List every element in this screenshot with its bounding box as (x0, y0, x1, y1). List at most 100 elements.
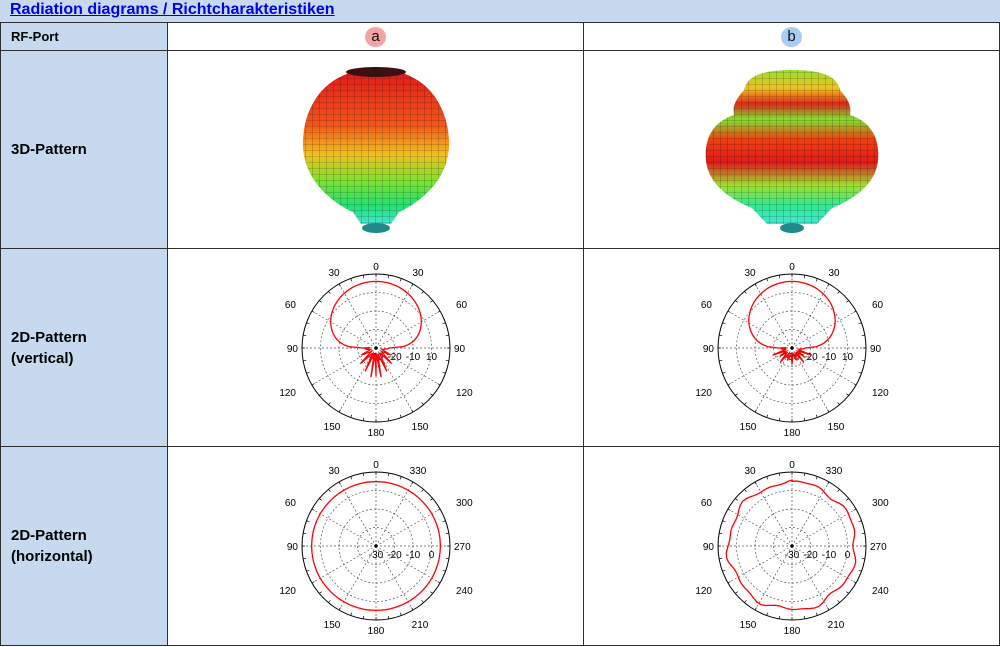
polar-tick (861, 334, 865, 336)
angle-label: 120 (456, 388, 473, 399)
polar-tick (305, 569, 309, 572)
polar-tick (327, 600, 331, 603)
polar-tick (338, 283, 341, 287)
polar-tick (436, 310, 440, 313)
angle-label: 60 (284, 300, 296, 311)
polar-tick (861, 532, 865, 535)
table-row: 3D-Pattern (0, 50, 1000, 249)
radial-tick-label: -30 (368, 550, 383, 561)
polar-tick (387, 615, 389, 619)
angle-label: 90 (702, 542, 714, 553)
polar-tick (778, 473, 780, 477)
polar-tick (803, 417, 805, 421)
angle-label: 240 (456, 586, 473, 597)
polar-tick (442, 321, 446, 324)
polar-tick (420, 489, 424, 492)
angle-label: 60 (700, 300, 712, 311)
polar-spoke (375, 481, 413, 547)
polar-tick (436, 382, 440, 385)
angle-label: 60 (872, 300, 884, 311)
angle-label: 30 (744, 268, 756, 279)
polar-tick (858, 371, 862, 374)
angle-label: 300 (872, 498, 889, 509)
angle-label: 150 (739, 422, 756, 433)
polar-tick (754, 408, 757, 412)
title-link[interactable]: Radiation diagrams / Richtcharakteristik… (10, 1, 335, 19)
polar-tick (387, 274, 389, 278)
polar-tick (727, 508, 731, 511)
polar-tick (861, 359, 865, 361)
angle-label: 0 (373, 262, 379, 273)
polar-tick (734, 299, 738, 303)
angle-label: 270 (454, 542, 471, 553)
radial-tick-label: 10 (841, 352, 853, 363)
radial-tick-label: -20 (803, 550, 818, 561)
polar-tick (399, 612, 402, 616)
polar-tick (338, 481, 341, 485)
pattern-3d-a-cell (167, 50, 584, 249)
polar-tick (318, 591, 322, 594)
pattern-horizontal-line1: 2D-Pattern (11, 527, 87, 544)
polar-tick (420, 401, 424, 405)
polar-tick (362, 417, 364, 421)
polar-tick (852, 581, 856, 584)
polar-tick (349, 612, 352, 616)
polar-tick (387, 417, 389, 421)
angle-label: 120 (872, 388, 889, 399)
table-row: 2D-Pattern (horizontal) 0 30 330 60 300 90 270… (0, 446, 1000, 646)
port-a-cell: a (167, 22, 584, 51)
polar-tick (743, 401, 747, 405)
polar-tick (803, 615, 805, 619)
polar-tick (858, 569, 862, 572)
polar-tick (442, 371, 446, 374)
pattern-horizontal-line2: (horizontal) (11, 548, 93, 565)
polar-tick (765, 612, 768, 616)
polar-tick (778, 417, 780, 421)
angle-label: 120 (279, 388, 296, 399)
angle-label: 120 (279, 586, 296, 597)
polar-tick (718, 532, 722, 535)
polar-tick (338, 408, 341, 412)
polar-tick (718, 359, 722, 361)
polar-tick (721, 371, 725, 374)
polar-tick (718, 557, 722, 560)
polar-tick (721, 321, 725, 324)
polar-tick (305, 321, 309, 324)
title-bar: Radiation diagrams / Richtcharakteristik… (0, 0, 1000, 23)
polar-tick (826, 283, 829, 287)
pattern-vertical-line2: (vertical) (11, 349, 74, 367)
polar-tick (302, 359, 306, 361)
angle-label: 330 (825, 466, 842, 477)
angle-label: 60 (456, 300, 468, 311)
polar-tick (429, 299, 433, 303)
polar-center (789, 544, 794, 548)
angle-label: 240 (872, 586, 889, 597)
polar-tick (442, 520, 446, 523)
angle-label: 60 (284, 498, 296, 509)
angle-label: 150 (739, 620, 756, 631)
polar-tick (721, 569, 725, 572)
angle-label: 90 (286, 344, 298, 355)
polar-tick (305, 371, 309, 374)
pattern-3d-a-image (302, 66, 449, 233)
polar-tick (836, 600, 840, 603)
polar-tick (436, 581, 440, 584)
polar-tick (765, 277, 768, 281)
polar-tick (836, 489, 840, 492)
polar-spoke (311, 545, 376, 584)
polar-tick (410, 481, 413, 485)
angle-label: 0 (373, 460, 379, 471)
polar-tick (420, 600, 424, 603)
polar-tick (302, 532, 306, 535)
angle-label: 330 (409, 466, 426, 477)
polar-tick (327, 401, 331, 405)
polar-tick (778, 274, 780, 278)
table-row: RF-Port a b (0, 22, 1000, 51)
polar-tick (445, 334, 449, 336)
radial-tick-label: 0 (844, 550, 850, 561)
polar-tick (420, 290, 424, 294)
pattern-horizontal-header: 2D-Pattern (horizontal) (0, 446, 168, 646)
diagram-table: RF-Port a b 3D-Pattern 2D-Pattern (verti… (0, 22, 1000, 646)
polar-tick (429, 498, 433, 501)
angle-label: 180 (367, 626, 384, 637)
